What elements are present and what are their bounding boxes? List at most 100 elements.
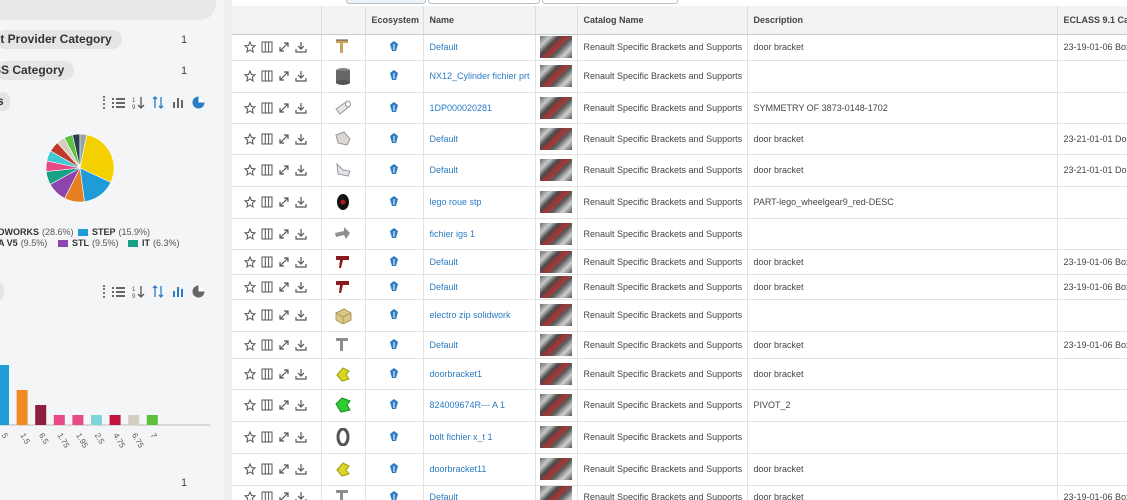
- catalog-thumbnail[interactable]: [540, 65, 572, 87]
- tab-3[interactable]: [542, 0, 678, 4]
- columns-icon[interactable]: [261, 41, 273, 53]
- expand-icon[interactable]: [278, 102, 290, 114]
- bar[interactable]: [128, 415, 140, 425]
- expand-icon[interactable]: [278, 196, 290, 208]
- part-thumbnail[interactable]: [321, 249, 366, 275]
- download-icon[interactable]: [295, 102, 307, 114]
- star-icon[interactable]: [244, 196, 256, 208]
- star-icon[interactable]: [244, 367, 256, 380]
- download-icon[interactable]: [295, 164, 307, 176]
- catalog-thumbnail[interactable]: [540, 485, 572, 500]
- catalog-thumbnail[interactable]: [540, 191, 572, 213]
- part-name-link[interactable]: doorbracket1: [430, 369, 483, 379]
- sort-bars-icon[interactable]: [151, 95, 165, 109]
- star-icon[interactable]: [244, 70, 256, 82]
- part-name-link[interactable]: Default: [430, 282, 459, 292]
- columns-icon[interactable]: [261, 399, 273, 411]
- bar[interactable]: [53, 415, 65, 425]
- bar-chart-icon[interactable]: [171, 95, 185, 109]
- facet-provider-category[interactable]: nt Provider Category: [0, 30, 122, 49]
- part-name-link[interactable]: fichier igs 1: [430, 229, 476, 239]
- pie-chart-icon[interactable]: [191, 284, 205, 298]
- part-name-link[interactable]: Default: [430, 340, 459, 350]
- part-thumbnail[interactable]: [321, 421, 366, 454]
- expand-icon[interactable]: [278, 463, 290, 475]
- part-name-link[interactable]: Default: [430, 492, 459, 500]
- columns-icon[interactable]: [261, 368, 273, 380]
- expand-icon[interactable]: [278, 431, 290, 443]
- download-icon[interactable]: [295, 133, 307, 145]
- columns-icon[interactable]: [261, 339, 273, 351]
- catalog-thumbnail[interactable]: [540, 458, 572, 480]
- download-icon[interactable]: [295, 196, 307, 208]
- star-icon[interactable]: [244, 227, 256, 240]
- columns-icon[interactable]: [261, 309, 273, 321]
- catalog-thumbnail[interactable]: [540, 333, 572, 356]
- bar-chart-icon[interactable]: [171, 284, 185, 298]
- sort-numeric-icon[interactable]: 19: [131, 95, 145, 109]
- table-row[interactable]: doorbracket11 Renault Specific Brackets a…: [232, 453, 1127, 486]
- download-icon[interactable]: [295, 281, 307, 293]
- part-name-link[interactable]: 1DP000020281: [430, 103, 493, 113]
- part-thumbnail[interactable]: [321, 60, 366, 93]
- columns-icon[interactable]: [261, 133, 273, 145]
- part-thumbnail[interactable]: [321, 274, 366, 300]
- part-name-link[interactable]: Default: [430, 134, 459, 144]
- table-row[interactable]: NX12_Cylinder fichier prt Renault Specifi…: [232, 60, 1127, 93]
- columns-icon[interactable]: [261, 228, 273, 240]
- star-icon[interactable]: [244, 255, 256, 268]
- table-row[interactable]: electro zip solidwork Renault Specific Br…: [232, 299, 1127, 332]
- expand-icon[interactable]: [278, 339, 290, 351]
- part-name-link[interactable]: Default: [430, 165, 459, 175]
- table-row[interactable]: 824009674R--- A 1 Renault Specific Bracke…: [232, 389, 1127, 422]
- part-thumbnail[interactable]: [321, 453, 366, 486]
- columns-icon[interactable]: [261, 281, 273, 293]
- table-row[interactable]: lego roue stp Renault Specific Brackets a…: [232, 186, 1127, 219]
- part-name-link[interactable]: doorbracket11: [430, 464, 487, 474]
- star-icon[interactable]: [244, 309, 256, 321]
- table-row[interactable]: bolt fichier x_t 1 Renault Specific Brack…: [232, 421, 1127, 454]
- download-icon[interactable]: [295, 228, 307, 240]
- download-icon[interactable]: [295, 70, 307, 82]
- star-icon[interactable]: [244, 431, 256, 443]
- star-icon[interactable]: [244, 41, 256, 53]
- expand-icon[interactable]: [278, 256, 290, 268]
- table-row[interactable]: 1DP000020281 Renault Specific Brackets an…: [232, 92, 1127, 124]
- expand-icon[interactable]: [278, 164, 290, 176]
- col-header-ecosystem[interactable]: Ecosystem: [365, 6, 424, 35]
- sidebar-search-pill[interactable]: [0, 0, 216, 20]
- facet-sizes[interactable]: [0, 282, 4, 301]
- download-icon[interactable]: [295, 309, 307, 321]
- columns-icon[interactable]: [261, 491, 273, 500]
- table-row[interactable]: doorbracket1 Renault Specific Brackets an…: [232, 358, 1127, 390]
- drag-handle-icon[interactable]: [103, 95, 105, 109]
- part-thumbnail[interactable]: [321, 389, 366, 422]
- sort-numeric-icon[interactable]: 19: [131, 284, 145, 298]
- part-name-link[interactable]: 824009674R--- A 1: [430, 400, 506, 410]
- part-thumbnail[interactable]: [321, 34, 366, 61]
- part-name-link[interactable]: Default: [430, 257, 459, 267]
- star-icon[interactable]: [244, 101, 256, 114]
- table-row[interactable]: Default Renault Specific Brackets and Sup…: [232, 331, 1127, 359]
- catalog-thumbnail[interactable]: [540, 36, 572, 58]
- columns-icon[interactable]: [261, 70, 273, 82]
- columns-icon[interactable]: [261, 102, 273, 114]
- catalog-thumbnail[interactable]: [540, 159, 572, 181]
- sort-bars-icon[interactable]: [151, 284, 165, 298]
- columns-icon[interactable]: [261, 196, 273, 208]
- drag-handle-icon[interactable]: [103, 284, 105, 298]
- table-row[interactable]: Default Renault Specific Brackets and Sup…: [232, 123, 1127, 155]
- part-thumbnail[interactable]: [321, 154, 366, 187]
- part-name-link[interactable]: bolt fichier x_t 1: [430, 432, 493, 442]
- columns-icon[interactable]: [261, 431, 273, 443]
- bar[interactable]: [146, 415, 158, 425]
- catalog-thumbnail[interactable]: [540, 96, 572, 119]
- columns-icon[interactable]: [261, 256, 273, 268]
- facet-eclass-category[interactable]: SS Category: [0, 61, 75, 80]
- download-icon[interactable]: [295, 368, 307, 380]
- expand-icon[interactable]: [278, 368, 290, 380]
- expand-icon[interactable]: [278, 399, 290, 411]
- download-icon[interactable]: [295, 256, 307, 268]
- star-icon[interactable]: [244, 338, 256, 351]
- table-row[interactable]: Default Renault Specific Brackets and Sup…: [232, 249, 1127, 275]
